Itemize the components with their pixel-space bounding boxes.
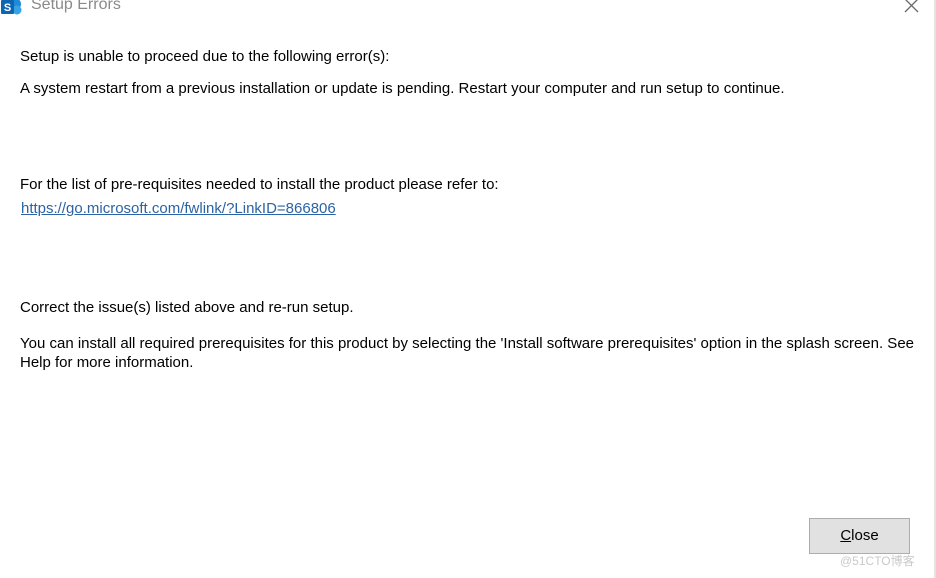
setup-errors-dialog: S Setup Errors Setup is unable to procee…: [0, 0, 936, 578]
svg-text:S: S: [4, 2, 11, 14]
error-heading: Setup is unable to proceed due to the fo…: [20, 48, 390, 65]
title-bar: S Setup Errors: [0, 0, 934, 18]
watermark: @51CTO博客: [840, 554, 915, 568]
error-message: A system restart from a previous install…: [20, 80, 785, 97]
close-button[interactable]: Close: [809, 518, 910, 554]
close-button-mnemonic: C: [840, 527, 852, 544]
close-icon[interactable]: [897, 0, 927, 20]
sharepoint-icon: S: [0, 0, 23, 17]
close-button-label: lose: [851, 527, 879, 544]
install-prerequisites-info: You can install all required prerequisit…: [20, 335, 915, 371]
window-title: Setup Errors: [31, 0, 121, 13]
correct-issues-text: Correct the issue(s) listed above and re…: [20, 299, 354, 316]
prerequisites-link[interactable]: https://go.microsoft.com/fwlink/?LinkID=…: [21, 199, 336, 218]
prerequisites-intro: For the list of pre-requisites needed to…: [20, 176, 499, 193]
